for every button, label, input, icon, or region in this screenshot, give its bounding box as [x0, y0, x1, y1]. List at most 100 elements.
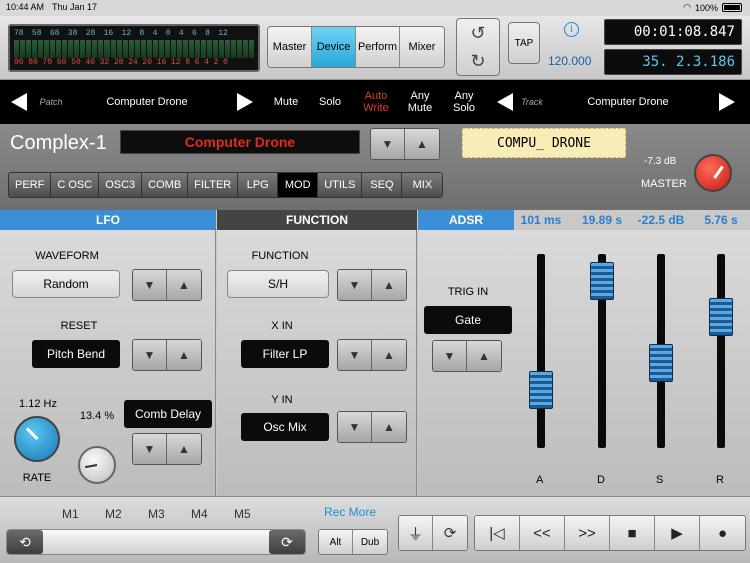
mode-perform-button[interactable]: Perform — [356, 27, 400, 67]
tab-utils[interactable]: UTILS — [318, 173, 363, 197]
meter-segment — [56, 40, 62, 58]
marker-m2-button[interactable]: M2 — [105, 507, 122, 521]
xin-field[interactable]: Filter LP — [241, 340, 329, 368]
tab-seq[interactable]: SEQ — [362, 173, 403, 197]
tab-mix[interactable]: MIX — [402, 173, 443, 197]
any-solo-button[interactable]: Any Solo — [446, 80, 482, 124]
marker-m1-button[interactable]: M1 — [62, 507, 79, 521]
patch-up-button[interactable]: ▲ — [405, 129, 439, 159]
meter-segment — [122, 40, 128, 58]
wifi-icon: ◠ — [683, 2, 691, 12]
loop-toggle-button[interactable]: ⟳ — [433, 516, 467, 550]
patch-name[interactable]: Computer Drone — [86, 80, 208, 124]
bars-display[interactable]: 35. 2.3.186 — [604, 49, 742, 75]
undo-button[interactable]: ↺ — [457, 19, 499, 47]
prev-patch-button[interactable] — [8, 80, 30, 124]
trig-in-down-button[interactable]: ▼ — [433, 341, 467, 371]
dub-button[interactable]: Dub — [353, 530, 387, 554]
auto-write-button[interactable]: Auto Write — [356, 80, 396, 124]
meter-top-tick: 0 — [165, 29, 171, 38]
mod-destination-down-button[interactable]: ▼ — [133, 434, 167, 464]
loop-scrubber[interactable]: ⟲ ⟳ — [6, 529, 306, 555]
function-field[interactable]: S/H — [227, 270, 329, 298]
metronome-button[interactable]: ⏚ — [399, 516, 433, 550]
redo-button[interactable]: ↻ — [457, 47, 499, 75]
rewind-start-button[interactable]: |◁ — [475, 516, 520, 550]
record-button[interactable]: ● — [700, 516, 745, 550]
next-track-button[interactable] — [716, 80, 738, 124]
meter-segment — [182, 40, 188, 58]
meter-bottom-tick: 8 — [185, 58, 190, 67]
yin-label: Y IN — [271, 394, 293, 406]
time-display[interactable]: 00:01:08.847 — [604, 19, 742, 45]
loop-start-button[interactable]: ⟲ — [7, 530, 43, 554]
tab-lpg[interactable]: LPG — [238, 173, 279, 197]
stop-button[interactable]: ■ — [610, 516, 655, 550]
function-up-button[interactable]: ▲ — [372, 270, 406, 300]
mod-amount-knob[interactable] — [78, 446, 116, 484]
patch-down-button[interactable]: ▼ — [371, 129, 405, 159]
yin-up-button[interactable]: ▲ — [372, 412, 406, 442]
fader-thumb-a[interactable] — [529, 371, 553, 409]
mute-button[interactable]: Mute — [266, 80, 306, 124]
fader-thumb-r[interactable] — [709, 297, 733, 336]
reset-down-button[interactable]: ▼ — [133, 340, 167, 370]
meter-top-tick: 4 — [178, 29, 184, 38]
tab-mod[interactable]: MOD — [278, 173, 319, 197]
yin-down-button[interactable]: ▼ — [338, 412, 372, 442]
rewind-button[interactable]: << — [520, 516, 565, 550]
marker-m3-button[interactable]: M3 — [148, 507, 165, 521]
fader-thumb-d[interactable] — [590, 261, 614, 300]
mode-mixer-button[interactable]: Mixer — [400, 27, 444, 67]
tab-osc3[interactable]: OSC3 — [99, 173, 143, 197]
solo-button[interactable]: Solo — [312, 80, 348, 124]
fast-forward-button[interactable]: >> — [565, 516, 610, 550]
waveform-field[interactable]: Random — [12, 270, 120, 298]
trig-in-field[interactable]: Gate — [424, 306, 512, 334]
tab-filter[interactable]: FILTER — [188, 173, 239, 197]
reset-up-button[interactable]: ▲ — [167, 340, 201, 370]
fader-thumb-s[interactable] — [649, 344, 673, 383]
fader-track-a[interactable] — [537, 254, 545, 448]
loop-end-button[interactable]: ⟳ — [269, 530, 305, 554]
fader-track-r[interactable] — [717, 254, 725, 448]
tap-tempo-button[interactable]: TAP — [508, 22, 540, 64]
meter-segment — [32, 40, 38, 58]
waveform-up-button[interactable]: ▲ — [167, 270, 201, 300]
meter-top-tick: 78 — [14, 29, 24, 38]
rate-label: RATE — [22, 472, 52, 484]
function-down-button[interactable]: ▼ — [338, 270, 372, 300]
play-button[interactable]: ▶ — [655, 516, 700, 550]
rate-knob[interactable] — [14, 416, 60, 462]
prev-track-button[interactable] — [494, 80, 516, 124]
master-knob[interactable] — [694, 154, 732, 192]
mod-destination-up-button[interactable]: ▲ — [167, 434, 201, 464]
patch-field[interactable]: Computer Drone — [120, 130, 360, 154]
bpm-display[interactable]: 120.000 — [548, 54, 591, 68]
marker-m5-button[interactable]: M5 — [234, 507, 251, 521]
short-name-field[interactable]: COMPU_ DRONE — [462, 128, 626, 158]
xin-down-button[interactable]: ▼ — [338, 340, 372, 370]
mod-destination-field[interactable]: Comb Delay — [124, 400, 212, 428]
rec-more-button[interactable]: Rec More — [324, 505, 376, 519]
any-mute-button[interactable]: Any Mute — [402, 80, 438, 124]
mode-master-button[interactable]: Master — [268, 27, 312, 67]
xin-up-button[interactable]: ▲ — [372, 340, 406, 370]
function-section: FUNCTION S/H ▼ ▲ X IN Filter LP ▼ ▲ Y IN… — [217, 230, 417, 496]
function-header: FUNCTION — [217, 210, 417, 230]
mode-device-button[interactable]: Device — [312, 27, 356, 67]
trig-in-up-button[interactable]: ▲ — [467, 341, 501, 371]
marker-m4-button[interactable]: M4 — [191, 507, 208, 521]
waveform-down-button[interactable]: ▼ — [133, 270, 167, 300]
alt-button[interactable]: Alt — [319, 530, 353, 554]
adsr-value-d: 19.89 s — [581, 213, 623, 227]
tab-perf[interactable]: PERF — [9, 173, 52, 197]
track-name[interactable]: Computer Drone — [566, 80, 690, 124]
yin-field[interactable]: Osc Mix — [241, 413, 329, 441]
tab-c-osc[interactable]: C OSC — [51, 173, 100, 197]
reset-field[interactable]: Pitch Bend — [32, 340, 120, 368]
next-patch-button[interactable] — [234, 80, 256, 124]
meter-segment — [237, 40, 243, 58]
info-icon[interactable]: i — [564, 22, 579, 37]
tab-comb[interactable]: COMB — [142, 173, 189, 197]
